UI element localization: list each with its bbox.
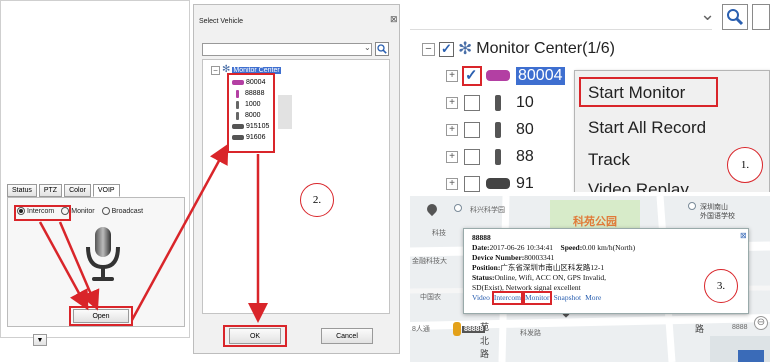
red-arrows — [38, 143, 268, 323]
